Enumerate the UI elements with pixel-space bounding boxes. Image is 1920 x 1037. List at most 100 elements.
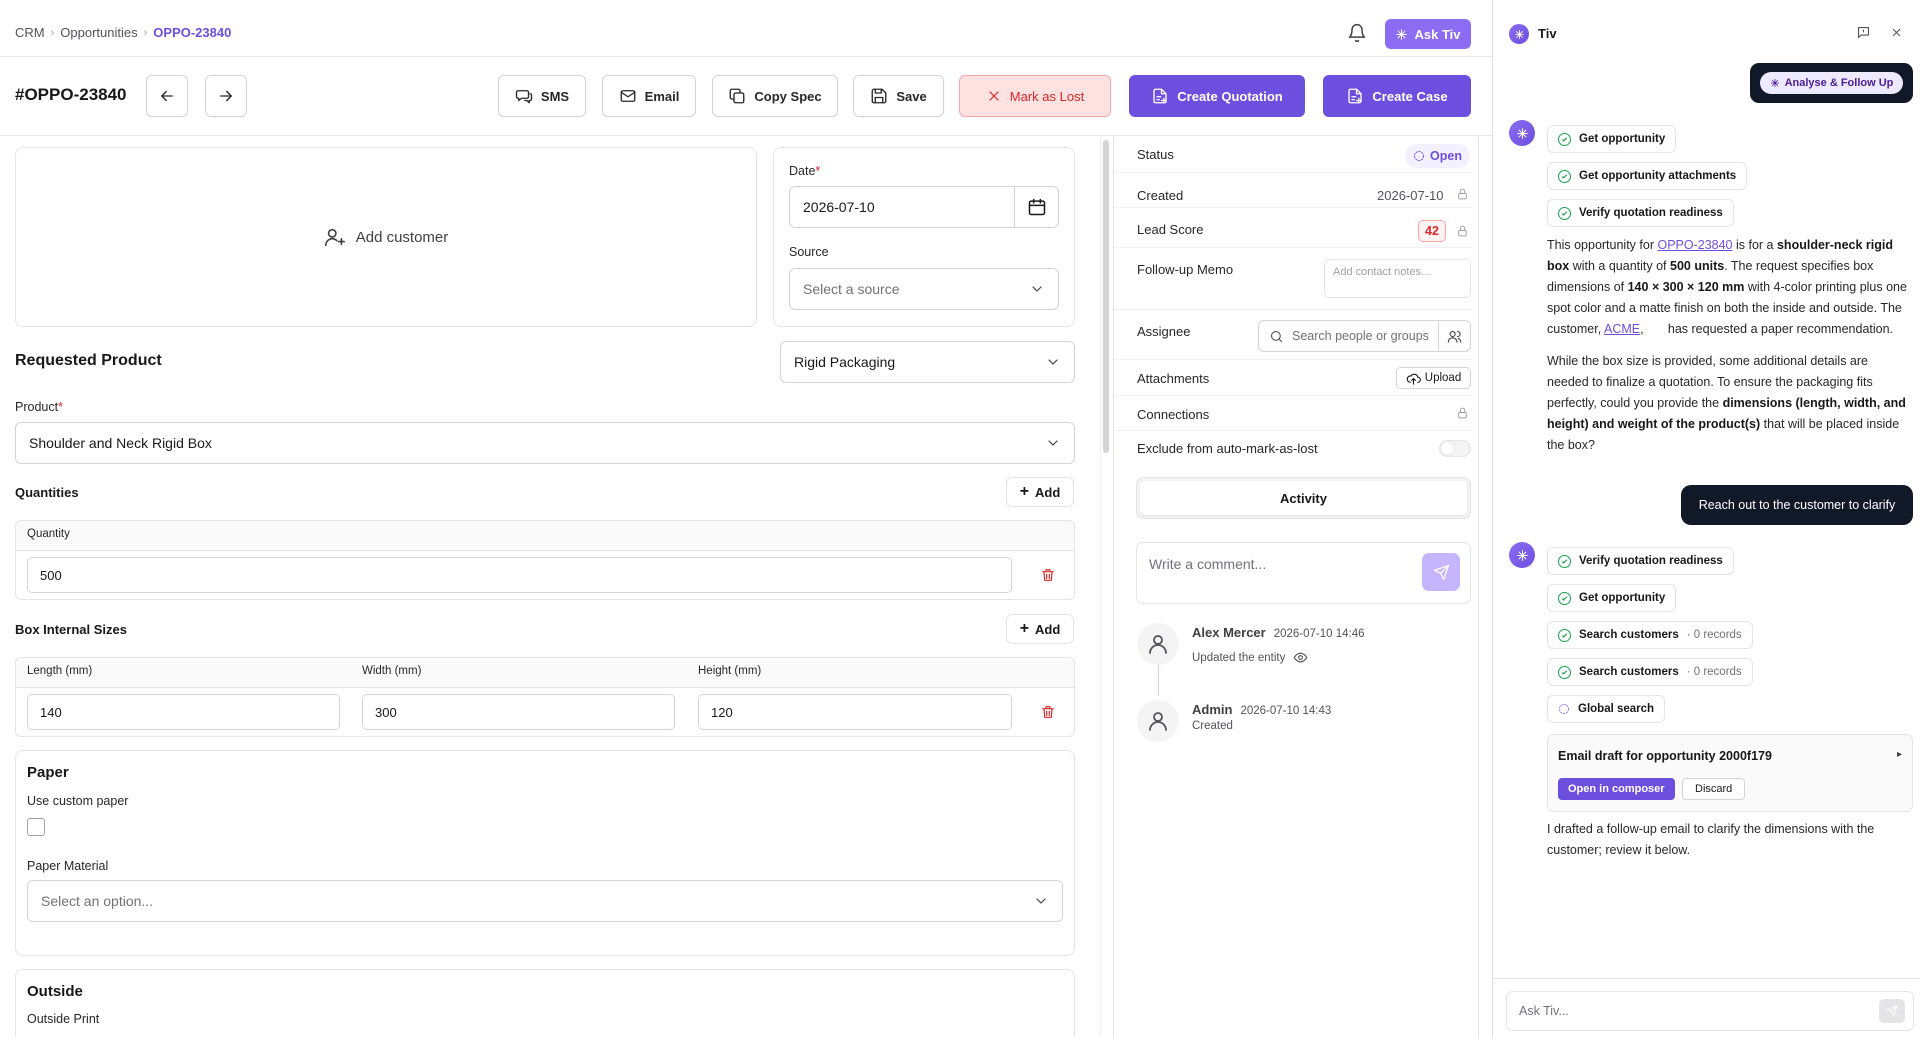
- tool-step[interactable]: Get opportunity: [1547, 125, 1677, 153]
- chat-icon: [515, 90, 533, 104]
- sms-button[interactable]: SMS: [498, 75, 586, 117]
- tool-step[interactable]: Verify quotation readiness: [1547, 547, 1734, 575]
- delete-box-size-button[interactable]: [1034, 698, 1062, 726]
- length-column-header: Length (mm): [27, 665, 93, 677]
- tool-step[interactable]: Search customers · 0 records: [1547, 658, 1753, 686]
- opportunity-link[interactable]: OPPO-23840: [1657, 238, 1732, 252]
- paper-material-select[interactable]: Select an option...: [27, 880, 1063, 922]
- check-circle-icon: [1558, 591, 1571, 605]
- user-action-bubble: Analyse & Follow Up: [1750, 63, 1913, 103]
- status-badge[interactable]: Open: [1405, 144, 1470, 168]
- assistant-avatar: [1509, 120, 1535, 146]
- ask-tiv-button[interactable]: Ask Tiv: [1385, 19, 1471, 49]
- tool-step[interactable]: Global search: [1547, 695, 1666, 723]
- tool-step[interactable]: Search customers · 0 records: [1547, 621, 1753, 649]
- breadcrumb-current[interactable]: OPPO-23840: [153, 25, 231, 40]
- activity-item-text: Updated the entity: [1192, 650, 1308, 665]
- custom-paper-label: Use custom paper: [27, 794, 129, 808]
- tool-step-label: Verify quotation readiness: [1579, 207, 1723, 219]
- tool-step[interactable]: Verify quotation readiness: [1547, 199, 1734, 227]
- ask-tiv-input[interactable]: Ask Tiv...: [1506, 991, 1914, 1031]
- source-select[interactable]: Select a source: [789, 268, 1059, 310]
- outside-card: [15, 969, 1075, 1037]
- send-icon: [1433, 564, 1449, 580]
- send-comment-button[interactable]: [1422, 553, 1460, 591]
- details-divider: [1478, 137, 1479, 1037]
- create-case-button[interactable]: Create Case: [1323, 75, 1471, 117]
- copy-spec-button[interactable]: Copy Spec: [712, 75, 838, 117]
- activity-item-header: Admin 2026-07-10 14:43: [1192, 702, 1331, 717]
- open-in-composer-button[interactable]: Open in composer: [1558, 778, 1675, 800]
- email-draft-card[interactable]: Email draft for opportunity 2000f179 ▸ O…: [1547, 734, 1913, 812]
- category-select[interactable]: Rigid Packaging: [780, 341, 1075, 383]
- check-circle-icon: [1558, 169, 1571, 183]
- exclude-label: Exclude from auto-mark-as-lost: [1137, 441, 1318, 456]
- tool-step[interactable]: Get opportunity attachments: [1547, 162, 1748, 190]
- calendar-button[interactable]: [1014, 186, 1059, 228]
- eye-icon[interactable]: [1293, 650, 1308, 665]
- delete-quantity-button[interactable]: [1034, 561, 1062, 589]
- tool-step[interactable]: Get opportunity: [1547, 584, 1677, 612]
- copy-spec-label: Copy Spec: [754, 88, 822, 104]
- arrow-right-icon: [220, 90, 232, 102]
- ask-tiv-placeholder: Ask Tiv...: [1519, 1004, 1569, 1018]
- bell-icon[interactable]: [1347, 22, 1367, 44]
- exclude-toggle[interactable]: [1439, 440, 1471, 457]
- form-scrollbar-thumb[interactable]: [1103, 140, 1109, 453]
- breadcrumb-separator: ›: [50, 26, 55, 39]
- assistant-message: I drafted a follow-up email to clarify t…: [1547, 822, 1875, 857]
- lock-icon: [1456, 406, 1469, 420]
- width-input[interactable]: 300: [362, 694, 675, 730]
- breadcrumb-crm[interactable]: CRM: [15, 25, 45, 40]
- send-icon: [1886, 1005, 1898, 1017]
- upload-button[interactable]: Upload: [1396, 367, 1471, 389]
- save-label: Save: [896, 88, 927, 104]
- outside-print-label: Outside Print: [27, 1012, 100, 1026]
- breadcrumb-opportunities[interactable]: Opportunities: [60, 25, 137, 40]
- status-label: Status: [1137, 147, 1174, 162]
- save-button[interactable]: Save: [853, 75, 944, 117]
- length-input[interactable]: 140: [27, 694, 340, 730]
- tool-step-label: Global search: [1578, 703, 1655, 715]
- quantity-input[interactable]: 500: [27, 557, 1012, 593]
- connections-label: Connections: [1137, 407, 1210, 422]
- tool-step-label: Search customers: [1579, 666, 1679, 678]
- add-box-size-button[interactable]: + Add: [1006, 614, 1074, 644]
- email-button[interactable]: Email: [602, 75, 696, 117]
- tab-activity[interactable]: Activity: [1140, 481, 1467, 515]
- send-message-button[interactable]: [1879, 999, 1905, 1023]
- plus-icon: +: [1019, 620, 1030, 637]
- height-input[interactable]: 120: [698, 694, 1012, 730]
- mark-as-lost-button[interactable]: Mark as Lost: [959, 75, 1111, 117]
- create-quotation-button[interactable]: Create Quotation: [1129, 75, 1305, 117]
- customer-link[interactable]: ACME: [1604, 322, 1640, 336]
- comment-placeholder: Write a comment...: [1149, 556, 1267, 572]
- avatar: [1137, 623, 1179, 665]
- add-quantity-button[interactable]: + Add: [1006, 477, 1074, 507]
- chevron-right-icon[interactable]: ▸: [1897, 749, 1902, 760]
- trash-icon: [1042, 706, 1054, 718]
- mail-icon: [620, 90, 636, 102]
- discard-button[interactable]: Discard: [1682, 778, 1746, 800]
- activity-author: Alex Mercer: [1192, 625, 1266, 640]
- assistant-logo: [1509, 24, 1529, 44]
- previous-record-button[interactable]: [146, 75, 188, 117]
- quantity-column-header: Quantity: [27, 528, 70, 540]
- chat-input-divider: [1492, 978, 1920, 979]
- close-panel-icon[interactable]: [1890, 26, 1903, 39]
- loader-icon: [1558, 703, 1570, 715]
- arrow-left-icon: [161, 90, 173, 102]
- users-icon[interactable]: [1438, 321, 1470, 351]
- add-quantity-label: Add: [1035, 484, 1061, 500]
- date-input[interactable]: 2026-07-10: [789, 186, 1015, 228]
- next-record-button[interactable]: [205, 75, 247, 117]
- memo-input[interactable]: Add contact notes...: [1324, 259, 1471, 298]
- product-select[interactable]: Shoulder and Neck Rigid Box: [15, 422, 1075, 464]
- comment-box[interactable]: Write a comment...: [1136, 542, 1471, 604]
- add-customer-card[interactable]: Add customer: [15, 147, 757, 327]
- email-label: Email: [644, 88, 680, 104]
- assignee-search[interactable]: Search people or groups: [1258, 320, 1471, 352]
- custom-paper-checkbox[interactable]: [27, 818, 45, 836]
- analyse-follow-up-chip[interactable]: Analyse & Follow Up: [1759, 72, 1904, 94]
- feedback-icon[interactable]: [1856, 25, 1871, 40]
